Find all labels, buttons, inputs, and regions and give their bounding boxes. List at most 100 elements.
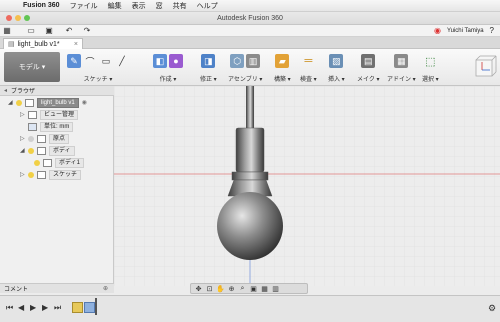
pan-icon[interactable]: ✋ (216, 285, 225, 293)
print-3d-icon[interactable]: ▤ (361, 54, 376, 68)
ribbon-group-addins[interactable]: ▦ アドイン ▾ (387, 52, 416, 84)
browser-node-body1[interactable]: ボディ1 (34, 157, 84, 168)
browser-node-origin[interactable]: ▷ 原点 (20, 133, 70, 144)
browser-header[interactable]: ◂ ブラウザ (0, 86, 114, 96)
visibility-bulb-icon[interactable] (28, 135, 34, 142)
viewports-icon[interactable]: ▥ (271, 285, 280, 293)
timeline-forward-icon[interactable]: ▶ (42, 303, 48, 312)
bulb-globe[interactable] (217, 192, 283, 260)
zoom-window-button[interactable] (24, 15, 30, 21)
expand-icon[interactable]: ◢ (8, 99, 13, 106)
close-tab-icon[interactable]: × (74, 41, 78, 48)
grid (114, 86, 500, 286)
minimize-window-button[interactable] (15, 15, 21, 21)
view-cube[interactable] (470, 52, 498, 80)
timeline-end-icon[interactable]: ⏭ (54, 303, 61, 313)
comments-panel[interactable]: コメント ⊕ (0, 283, 114, 293)
visibility-bulb-icon[interactable] (28, 171, 34, 178)
user-name[interactable]: Yuichi Tamiya (447, 28, 484, 34)
ribbon-group-inspect[interactable]: ═ 検査 ▾ (300, 52, 317, 84)
bulb-stem[interactable] (246, 86, 254, 128)
collapse-panel-icon[interactable]: ◂ (4, 87, 7, 94)
redo-icon[interactable]: ↷ (80, 26, 94, 36)
help-icon[interactable]: ? (490, 26, 494, 35)
menu-file[interactable]: ファイル (65, 1, 103, 11)
orbit-icon[interactable]: ✥ (194, 285, 203, 293)
ribbon-group-insert[interactable]: ▨ 挿入 ▾ (328, 52, 345, 84)
timeline-sketch-feature[interactable] (72, 302, 83, 313)
ribbon-group-modify[interactable]: ◨ 修正 ▾ (200, 52, 217, 84)
sphere-icon[interactable]: ● (169, 54, 183, 68)
timeline-marker[interactable] (95, 298, 97, 315)
visibility-bulb-icon[interactable] (34, 159, 40, 166)
play-icon[interactable]: ▶ (30, 303, 36, 312)
plane-icon[interactable]: ▰ (275, 54, 290, 68)
record-icon[interactable]: ◉ (434, 26, 441, 35)
add-comment-icon[interactable]: ⊕ (103, 285, 108, 292)
bulb-collar[interactable] (231, 171, 269, 181)
visibility-bulb-icon[interactable] (28, 147, 34, 154)
scripts-icon[interactable]: ▦ (394, 54, 409, 68)
folder-icon[interactable]: ▭ (24, 26, 38, 36)
ribbon-group-assemble[interactable]: ⬡ ▥ アセンブリ ▾ (228, 52, 262, 84)
grid-icon[interactable]: ▦ (0, 26, 14, 36)
ribbon-group-construct[interactable]: ▰ 構築 ▾ (274, 52, 291, 84)
browser-node-bodies[interactable]: ◢ ボディ (20, 145, 75, 156)
browser-node-views[interactable]: ▷ ビュー管理 (20, 109, 79, 120)
expand-icon[interactable]: ▷ (20, 171, 25, 178)
menu-help[interactable]: ヘルプ (192, 1, 223, 11)
menu-share[interactable]: 共有 (168, 1, 192, 11)
rectangle-icon[interactable]: ▭ (99, 54, 113, 68)
model-viewport[interactable] (114, 86, 500, 286)
expand-icon[interactable]: ▷ (20, 135, 25, 142)
body-icon (43, 158, 52, 167)
press-pull-icon[interactable]: ◨ (201, 54, 216, 68)
component-icon[interactable]: ▥ (246, 54, 261, 68)
browser-node-units[interactable]: 単位: mm (20, 121, 74, 132)
browser-node-root[interactable]: ◢ light_bulb v1 ◉ (8, 97, 87, 108)
ribbon-group-create[interactable]: ◧ ● 作成 ▾ (153, 52, 183, 84)
undo-icon[interactable]: ↶ (62, 26, 76, 36)
menu-view[interactable]: 表示 (127, 1, 151, 11)
workspace-switcher[interactable]: モデル ▾ (4, 52, 60, 82)
window-titlebar: Autodesk Fusion 360 (0, 12, 500, 25)
visibility-bulb-icon[interactable] (16, 99, 22, 106)
timeline-back-icon[interactable]: ◀ (18, 303, 24, 312)
timeline-start-icon[interactable]: ⏮ (6, 303, 13, 313)
ribbon-label-make: メイク ▾ (357, 77, 380, 83)
look-at-icon[interactable]: ⊡ (205, 285, 214, 293)
display-settings-icon[interactable]: ▣ (249, 285, 258, 293)
joint-icon[interactable]: ⬡ (230, 54, 245, 68)
ribbon-group-make[interactable]: ▤ メイク ▾ (357, 52, 380, 84)
sketch-icon[interactable]: ✎ (67, 54, 81, 68)
browser-node-sketches[interactable]: ▷ スケッチ (20, 169, 82, 180)
box-icon[interactable]: ◧ (153, 54, 167, 68)
gear-icon[interactable]: ⚙ (488, 303, 496, 314)
radio-icon[interactable]: ◉ (82, 99, 87, 106)
menu-app[interactable]: Fusion 360 (18, 2, 65, 9)
menu-edit[interactable]: 編集 (103, 1, 127, 11)
arc-icon[interactable]: ⌒ (83, 54, 97, 68)
ribbon-label-assemble: アセンブリ ▾ (228, 77, 263, 83)
document-tab[interactable]: ▤ light_bulb v1* × (3, 38, 83, 49)
fit-icon[interactable]: ⌕ (238, 285, 247, 293)
select-icon[interactable]: ⬚ (423, 54, 437, 68)
folder-icon (37, 146, 46, 155)
comments-title: コメント (4, 287, 29, 293)
bulb-cap[interactable] (235, 127, 265, 173)
measure-icon[interactable]: ═ (301, 54, 315, 68)
expand-icon[interactable]: ▷ (20, 111, 25, 118)
close-window-button[interactable] (6, 15, 12, 21)
grid-settings-icon[interactable]: ▦ (260, 285, 269, 293)
menu-window[interactable]: 窓 (151, 1, 168, 11)
save-icon[interactable]: ▣ (42, 26, 56, 36)
ribbon-group-sketch[interactable]: ✎ ⌒ ▭ ╱ スケッチ ▾ (67, 52, 129, 84)
line-icon[interactable]: ╱ (115, 54, 129, 68)
folder-icon (28, 110, 37, 119)
viewport-canvas[interactable] (114, 86, 500, 286)
ribbon-group-select[interactable]: ⬚ 選択 ▾ (422, 52, 439, 84)
zoom-icon[interactable]: ⊕ (227, 285, 236, 293)
insert-image-icon[interactable]: ▨ (329, 54, 344, 68)
timeline-revolve-feature[interactable] (84, 302, 95, 313)
expand-icon[interactable]: ◢ (20, 147, 25, 154)
